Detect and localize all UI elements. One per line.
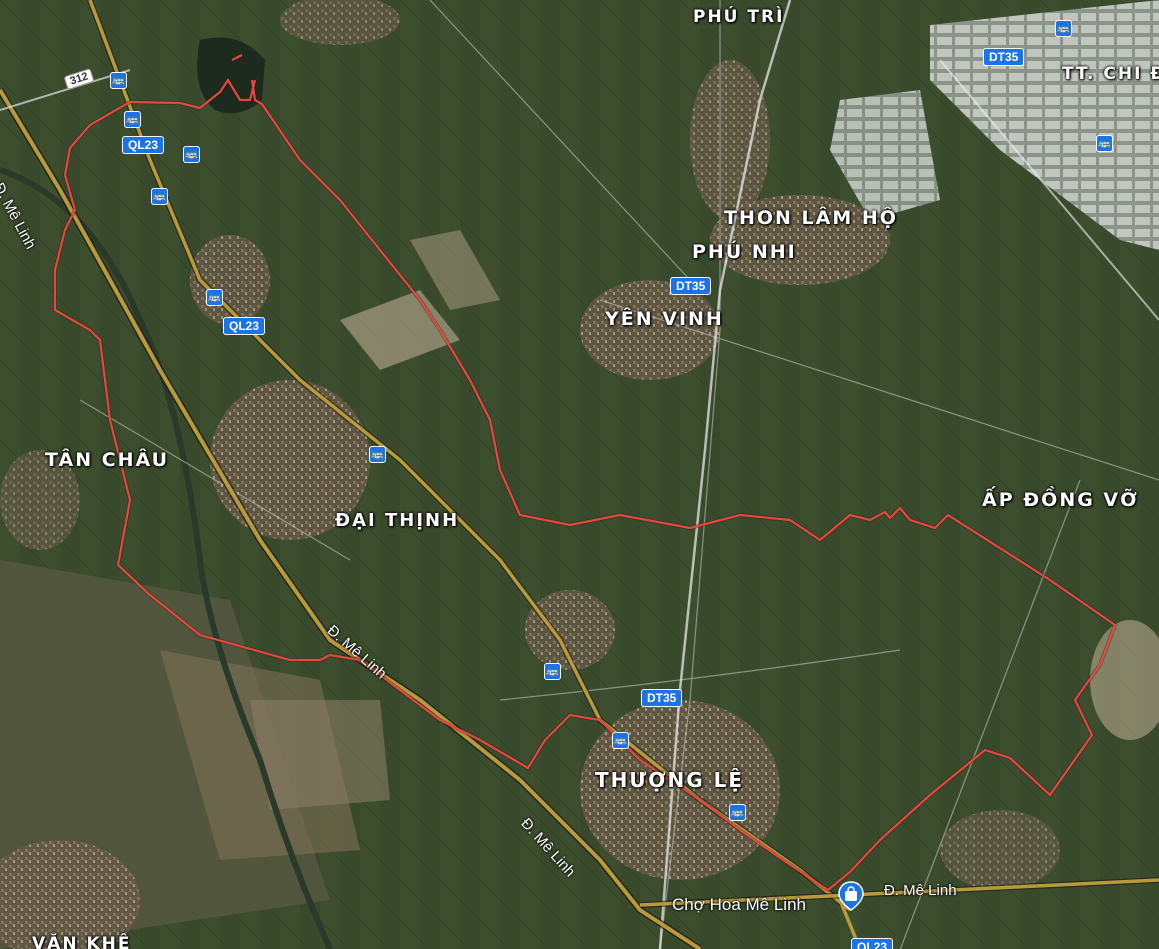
road-shield-dt35: DT35	[670, 277, 712, 295]
place-label-phu-nhi: PHÚ NHI	[692, 241, 797, 263]
bus-stop-icon[interactable]: 🚌	[369, 446, 386, 463]
place-label-thon-lam-ho: THON LÂM HỘ	[724, 207, 898, 229]
village-yen-vinh	[580, 280, 720, 380]
bus-stop-icon[interactable]: 🚌	[612, 732, 629, 749]
bus-stop-icon[interactable]: 🚌	[124, 111, 141, 128]
bus-stop-icon[interactable]: 🚌	[1055, 20, 1072, 37]
bus-stop-icon[interactable]: 🚌	[183, 146, 200, 163]
place-label-thuong-le: THƯỢNG LỆ	[595, 768, 745, 792]
bus-stop-icon[interactable]: 🚌	[544, 663, 561, 680]
bus-stop-icon[interactable]: 🚌	[1096, 135, 1113, 152]
road-shield-dt35: DT35	[983, 48, 1025, 66]
satellite-imagery	[0, 0, 1159, 949]
bus-stop-icon[interactable]: 🚌	[110, 72, 127, 89]
place-label-dai-thinh: ĐẠI THỊNH	[335, 510, 460, 531]
bus-stop-icon[interactable]: 🚌	[206, 289, 223, 306]
road-shield-ql23: QL23	[122, 136, 165, 154]
street-label-me-linh: Đ. Mê Linh	[884, 882, 957, 899]
place-label-ap-dong-vo: ẤP ĐỒNG VỠ	[982, 489, 1139, 511]
place-label-phu-tri: PHÚ TRÌ	[693, 7, 785, 27]
place-label-van-khe: VĂN KHÊ	[32, 934, 132, 949]
place-label-tan-chau: TÂN CHÂU	[45, 449, 170, 471]
bus-stop-icon[interactable]: 🚌	[151, 188, 168, 205]
road-shield-ql23: QL23	[223, 317, 266, 335]
poi-label-cho-hoa-me-linh[interactable]: Chợ Hoa Mê Linh	[672, 895, 806, 915]
road-shield-ql23: QL23	[851, 938, 894, 949]
map-view[interactable]: PHÚ TRÌ TT. CHI Đ THON LÂM HỘ PHÚ NHI YÊ…	[0, 0, 1159, 949]
road-shield-dt35: DT35	[641, 689, 683, 707]
place-label-tt-chi-dong: TT. CHI Đ	[1062, 64, 1159, 84]
shopping-bag-icon[interactable]	[838, 881, 864, 911]
bus-stop-icon[interactable]: 🚌	[729, 804, 746, 821]
place-label-yen-vinh: YÊN VINH	[605, 308, 724, 330]
